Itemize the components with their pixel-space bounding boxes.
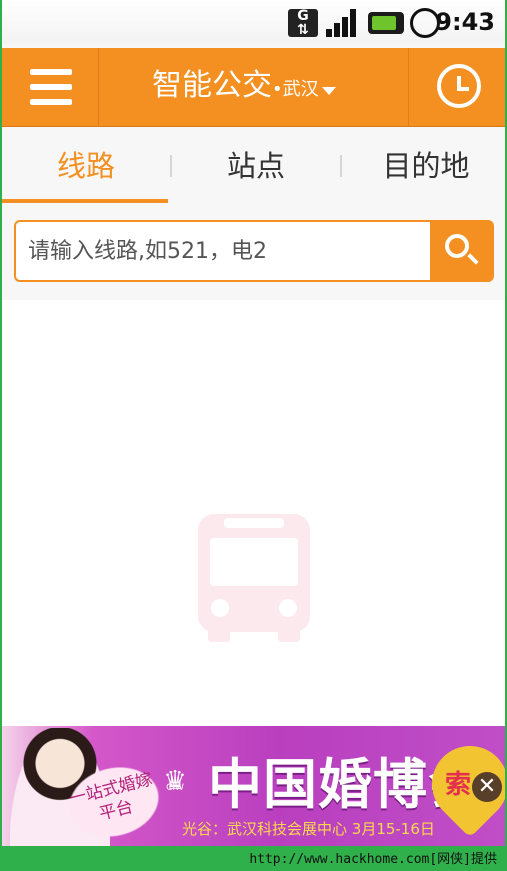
tab-route[interactable]: 线路: [2, 127, 170, 205]
clock-icon: [437, 64, 481, 108]
search-input[interactable]: [14, 220, 430, 282]
tab-bar: 线路 站点 目的地: [2, 127, 505, 205]
ad-subtitle: 光谷：武汉科技会展中心 3月15-16日: [182, 820, 435, 838]
watermark-bar: http://www.hackhome.com[网侠]提供: [0, 846, 507, 871]
tab-station[interactable]: 站点: [172, 127, 340, 205]
signal-icon: [326, 9, 360, 37]
city-selector[interactable]: 智能公交•武汉: [152, 66, 336, 106]
ad-heart-label: 索: [445, 770, 472, 800]
bus-icon: [198, 514, 310, 642]
screen: G ⇅ 9:43 智能公交•武汉 线路 站点 目的地 请输入线路,如521，电2…: [0, 0, 507, 871]
data-g-icon: G ⇅: [288, 9, 318, 37]
ad-logo-text: CIW: [166, 783, 184, 793]
close-icon[interactable]: ✕: [472, 772, 502, 802]
watermark-text: http://www.hackhome.com[网侠]提供: [249, 852, 497, 867]
battery-icon: [368, 12, 404, 34]
search-bar: [14, 220, 494, 282]
phone-screen: G ⇅ 9:43 智能公交•武汉 线路 站点 目的地 请输入线路,如521，电2…: [2, 0, 505, 846]
history-button[interactable]: [408, 48, 505, 126]
status-bar: G ⇅ 9:43: [2, 0, 505, 44]
status-time: 9:43: [435, 8, 495, 36]
city-label: •武汉: [272, 79, 319, 100]
tab-destination[interactable]: 目的地: [342, 127, 505, 205]
ad-logo: ♛ CIW: [150, 752, 200, 804]
dropdown-caret-icon: [321, 86, 336, 95]
app-header: 智能公交•武汉: [2, 48, 505, 127]
results-area: [2, 300, 505, 726]
app-title: 智能公交: [152, 68, 272, 103]
menu-button[interactable]: [2, 48, 99, 126]
ad-banner[interactable]: 一站式婚嫁平台 ♛ CIW 中国婚博会 光谷：武汉科技会展中心 3月15-16日…: [2, 726, 505, 846]
search-button[interactable]: [430, 220, 494, 282]
network-type: G: [297, 8, 309, 24]
